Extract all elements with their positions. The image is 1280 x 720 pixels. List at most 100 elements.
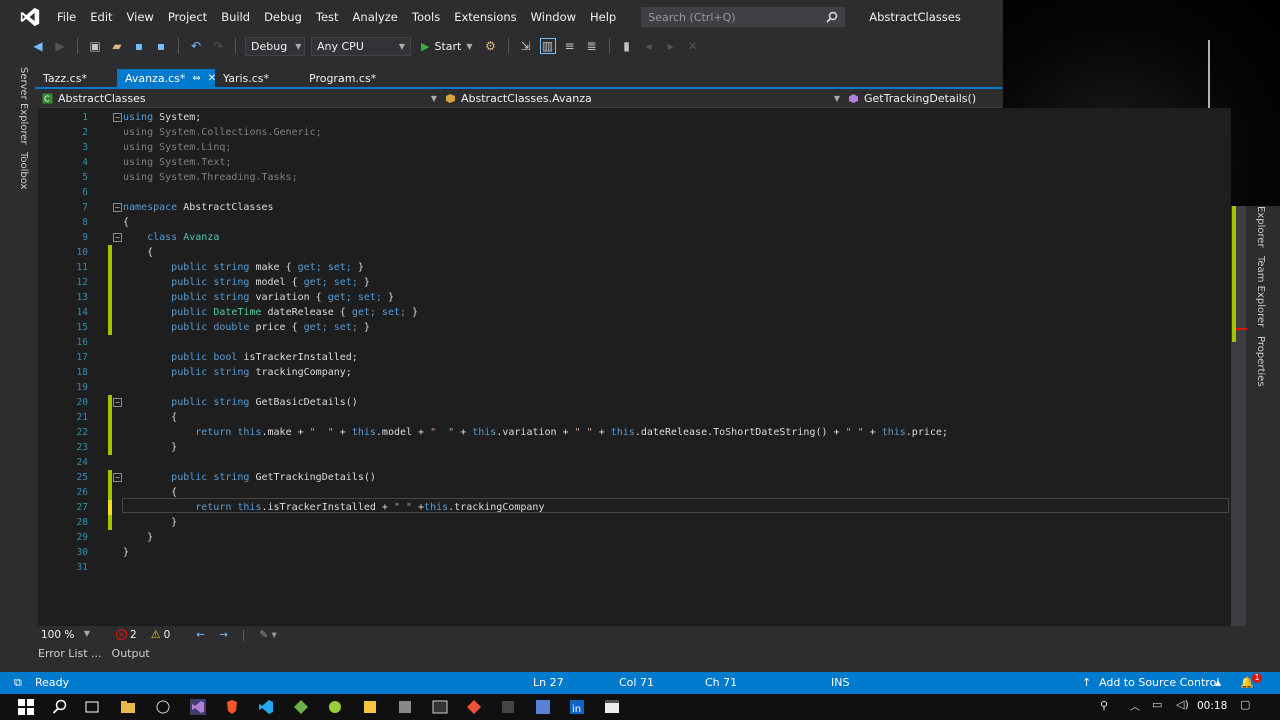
undo-icon[interactable]: ↶ [188,38,204,54]
team-explorer-tab[interactable]: Team Explorer [1255,256,1266,327]
uncomment-icon[interactable]: ≣ [584,38,600,54]
menu-view[interactable]: View [120,10,161,24]
previous-issue-icon[interactable]: ← [196,629,205,641]
code-line[interactable]: 10 { [38,245,1231,260]
code-line[interactable]: 2 using System.Collections.Generic; [38,125,1231,140]
code-text[interactable]: public string variation { get; set; } [123,292,394,303]
code-text[interactable]: using System.Linq; [123,142,231,153]
solution-platform-select[interactable]: Any CPU ▼ [311,36,411,56]
search-icon[interactable] [52,699,68,715]
open-file-icon[interactable]: ▰ [109,38,125,54]
code-text[interactable]: using System.Text; [123,157,231,168]
code-line[interactable]: 20 − public string GetBasicDetails() [38,395,1231,410]
menu-help[interactable]: Help [583,10,623,24]
code-text[interactable]: public string GetBasicDetails() [123,397,358,408]
volume-icon[interactable]: ◁) [1176,698,1189,711]
code-line[interactable]: 15 public double price { get; set; } [38,320,1231,335]
code-line[interactable]: 22 return this.make + " " + this.model +… [38,425,1231,440]
app-green-icon[interactable] [293,699,309,715]
sync-view-icon[interactable]: ⇲ [518,38,534,54]
toolbox-tab[interactable]: Toolbox [18,152,29,190]
new-project-icon[interactable]: ▣ [87,38,103,54]
code-line[interactable]: 5 using System.Threading.Tasks; [38,170,1231,185]
code-text[interactable]: using System.Collections.Generic; [123,127,322,138]
menu-analyze[interactable]: Analyze [346,10,405,24]
code-line[interactable]: 19 [38,380,1231,395]
network-icon[interactable]: ▭ [1152,698,1162,711]
code-line[interactable]: 11 public string make { get; set; } [38,260,1231,275]
app-lime-icon[interactable] [327,699,343,715]
collapse-icon[interactable]: − [113,113,122,122]
code-text[interactable]: namespace AbstractClasses [123,202,274,213]
diagnostics-icon[interactable]: ⚙ [483,38,499,54]
code-line[interactable]: 4 using System.Text; [38,155,1231,170]
save-icon[interactable]: ▪ [131,38,147,54]
error-list-tab[interactable]: Error List ... [38,647,102,665]
collapse-icon[interactable]: − [113,473,122,482]
code-line[interactable]: 29 } [38,530,1231,545]
code-text[interactable]: public string GetTrackingDetails() [123,472,376,483]
app-blue-icon[interactable] [535,699,551,715]
tab-avanza[interactable]: Avanza.cs* ⇔ ✕ [117,69,216,87]
code-line[interactable]: 8{ [38,215,1231,230]
horizontal-scrollbar[interactable] [330,629,1225,639]
menu-file[interactable]: File [50,10,83,24]
clear-bookmarks-icon[interactable]: ✕ [685,38,701,54]
people-icon[interactable]: ⚲ [1100,699,1108,712]
code-cleanup-icon[interactable]: ✎ ▾ [259,629,276,641]
navigate-back-icon[interactable]: ◀ [30,38,46,54]
menu-edit[interactable]: Edit [83,10,119,24]
code-line[interactable]: 30} [38,545,1231,560]
code-text[interactable]: { [123,487,177,498]
code-text[interactable]: } [123,442,177,453]
code-line[interactable]: 6 [38,185,1231,200]
toggle-layout-icon[interactable]: ▥ [539,38,556,54]
code-text[interactable]: public DateTime dateRelease { get; set; … [123,307,418,318]
code-text[interactable]: class Avanza [123,232,219,243]
comment-icon[interactable]: ≡ [562,38,578,54]
menu-build[interactable]: Build [214,10,257,24]
menu-tools[interactable]: Tools [405,10,447,24]
next-issue-icon[interactable]: → [219,629,228,641]
output-tab[interactable]: Output [112,647,150,665]
code-line[interactable]: 13 public string variation { get; set; } [38,290,1231,305]
code-text[interactable]: return this.make + " " + this.model + " … [123,427,948,438]
linkedin-icon[interactable]: in [569,699,585,715]
code-text[interactable]: } [123,547,129,558]
collapse-icon[interactable]: − [113,233,122,242]
menu-debug[interactable]: Debug [257,10,309,24]
code-line[interactable]: 23 } [38,440,1231,455]
code-text[interactable]: } [123,532,153,543]
code-text[interactable]: public string make { get; set; } [123,262,364,273]
code-line[interactable]: 16 [38,335,1231,350]
code-text[interactable]: using System; [123,112,201,123]
error-count[interactable]: ✕ 2 [116,629,137,641]
code-text[interactable]: { [123,247,153,258]
project-dropdown[interactable]: C AbstractClasses ▼ [38,89,441,108]
visual-studio-logo-icon[interactable] [19,6,41,28]
code-line[interactable]: 3 using System.Linq; [38,140,1231,155]
code-line[interactable]: 1 − using System; [38,110,1231,125]
redo-icon[interactable]: ↷ [210,38,226,54]
code-line[interactable]: 9 − class Avanza [38,230,1231,245]
pin-icon[interactable]: ⇔ [192,73,200,84]
server-explorer-tab[interactable]: Server Explorer [18,67,29,145]
code-line[interactable]: 31 [38,560,1231,575]
tab-program[interactable]: Program.cs* [301,69,401,87]
code-text[interactable]: public bool isTrackerInstalled; [123,352,358,363]
member-dropdown[interactable]: GetTrackingDetails() [844,89,1002,108]
next-bookmark-icon[interactable]: ▸ [663,38,679,54]
solution-explorer-tab[interactable]: Explorer [1255,206,1266,248]
app-yellow-icon[interactable] [362,699,378,715]
warning-count[interactable]: ⚠ 0 [151,628,171,641]
properties-tab[interactable]: Properties [1255,336,1266,387]
code-text[interactable]: } [123,517,177,528]
menu-window[interactable]: Window [524,10,583,24]
code-text[interactable]: using System.Threading.Tasks; [123,172,298,183]
code-editor[interactable]: 1− using System; 2 using System.Collections… [38,108,1231,626]
add-to-source-control-button[interactable]: Add to Source Control [1099,676,1219,689]
status-insert-mode[interactable]: INS [831,676,849,689]
start-button[interactable]: ▶ Start ▼ [417,40,477,53]
clock-app-icon[interactable] [155,699,171,715]
brave-browser-icon[interactable] [224,699,240,715]
